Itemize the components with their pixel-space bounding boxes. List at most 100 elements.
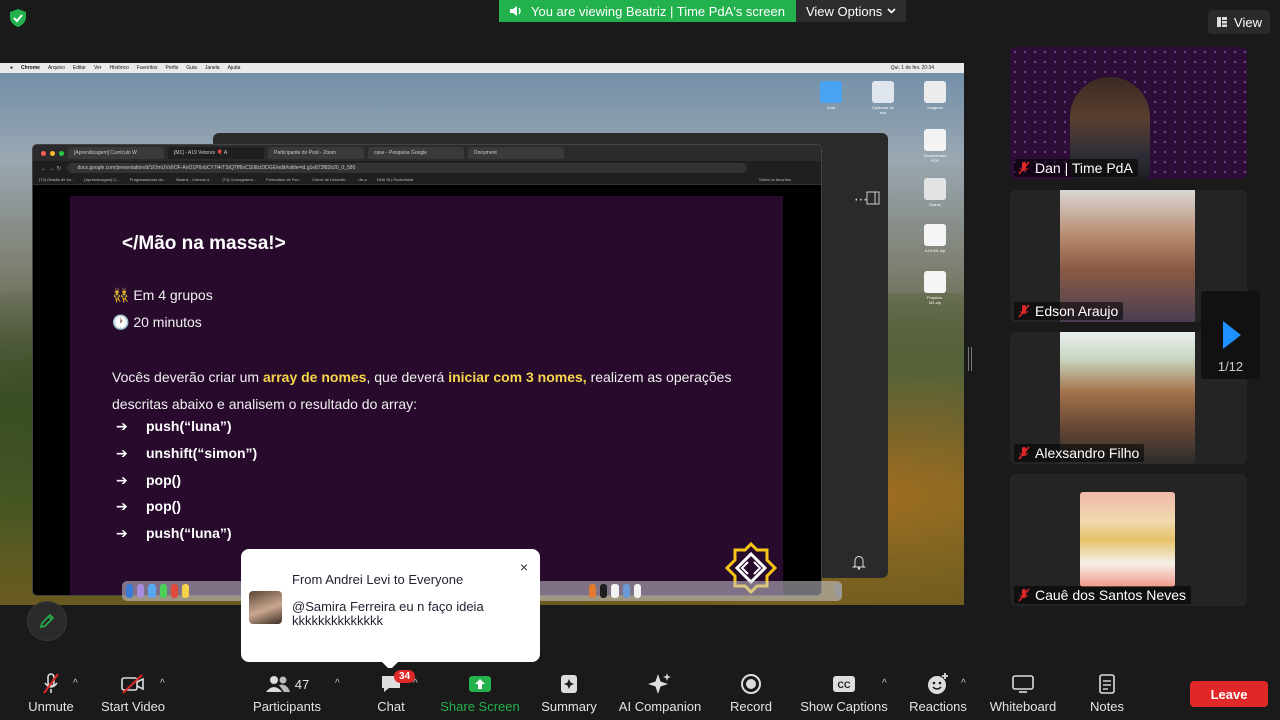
folder-icon — [872, 81, 894, 103]
instr-text: Vocês deverão criar um — [112, 369, 263, 385]
zip-icon — [924, 271, 946, 293]
more-icon: ⋯ — [854, 191, 868, 207]
record-button[interactable]: Record — [726, 668, 776, 720]
reactions-label: Reactions — [909, 699, 967, 714]
start-video-label: Start Video — [100, 699, 166, 714]
operation-item: ➔ pop() — [116, 498, 181, 514]
instr-highlight: array de nomes — [262, 369, 367, 385]
notes-app-icon — [181, 584, 190, 598]
close-window-icon[interactable] — [41, 150, 46, 156]
close-icon[interactable]: × — [520, 559, 528, 575]
participant-tile[interactable]: Dan | Time PdA — [1010, 47, 1247, 179]
bookmark[interactable]: rfe-a — [359, 177, 367, 182]
chevron-up-icon[interactable]: ^ — [73, 678, 78, 689]
browser-tab[interactable]: case - Pesquisa Google — [368, 147, 464, 159]
apple-icon: ● — [10, 65, 14, 71]
chevron-down-icon — [887, 8, 896, 14]
view-label: View — [1234, 14, 1262, 30]
chat-unread-badge: 34 — [394, 670, 416, 683]
participant-tile[interactable]: Cauê dos Santos Neves — [1010, 474, 1247, 606]
menu-item: Guia — [186, 65, 197, 71]
chat-sender: From Andrei Levi to Everyone — [292, 572, 464, 587]
security-shield-icon[interactable] — [8, 8, 28, 28]
share-screen-button[interactable]: Share Screen — [436, 668, 524, 720]
browser-tab[interactable]: Participante do Post - Zoom — [268, 147, 364, 159]
operation-item: ➔ unshift(“simon”) — [116, 445, 258, 461]
notes-button[interactable]: Notes — [1086, 668, 1128, 720]
pencil-icon — [39, 613, 55, 629]
url-field[interactable]: docs.google.com/presentation/d/1lOmUVx6O… — [67, 163, 748, 173]
start-video-button[interactable]: Start Video — [96, 668, 170, 720]
bookmark[interactable]: Check de LinkedIn... — [312, 177, 348, 182]
bookmark[interactable]: Beatriz - Canvas d... — [176, 177, 212, 182]
participants-label: Participants — [253, 699, 321, 714]
bookmark[interactable]: Programadores do... — [130, 177, 166, 182]
chat-notification[interactable]: From Andrei Levi to Everyone @Samira Fer… — [241, 549, 540, 670]
gallery-next-page-button[interactable]: 1/12 — [1201, 291, 1260, 379]
bookmarks-bar: [T4] Gestão de tur... [Aprendizagem] C..… — [33, 175, 821, 185]
participant-name: Edson Araujo — [1035, 303, 1119, 319]
speaker-icon — [510, 6, 521, 16]
participant-label: Cauê dos Santos Neves — [1014, 586, 1191, 604]
menu-item: Perfis — [165, 65, 179, 71]
browser-window[interactable]: [Aprendizagem] Currículo W [M1] - A19 Ve… — [32, 144, 822, 596]
chevron-up-icon[interactable]: ^ — [882, 678, 887, 689]
slide-time-line: 🕐 20 minutos — [112, 314, 202, 330]
share-screen-icon — [469, 676, 491, 692]
nav-arrows-icon[interactable]: ← → ↻ — [41, 165, 61, 172]
file-icon — [924, 129, 946, 151]
annotate-button[interactable] — [27, 601, 67, 641]
bookmark[interactable]: [T4] Gestão de tur... — [39, 177, 74, 182]
browser-tab[interactable]: [M1] - A19 Vetores 🎈 A — [168, 147, 264, 159]
arrow-icon: ➔ — [116, 525, 128, 541]
safari-icon — [148, 584, 156, 598]
unmute-button[interactable]: Unmute — [22, 668, 80, 720]
summary-icon — [561, 675, 577, 693]
menu-item: Ver — [93, 65, 102, 71]
arrow-icon: ➔ — [116, 418, 128, 434]
bookmark[interactable]: Todos os favoritos — [759, 177, 791, 182]
desktop-file: A19-M1.zip — [922, 224, 948, 253]
folder-icon — [924, 178, 946, 200]
show-captions-button[interactable]: CC Show Captions — [798, 668, 890, 720]
view-options-button[interactable]: View Options — [795, 0, 907, 22]
operation-item: ➔ push(“luna”) — [116, 418, 232, 434]
browser-tab[interactable]: Document — [468, 147, 564, 159]
ai-companion-label: AI Companion — [618, 699, 702, 714]
chevron-up-icon[interactable]: ^ — [961, 678, 966, 689]
notes-label: Notes — [1090, 699, 1124, 714]
bookmark[interactable]: [Aprendizagem] C... — [84, 177, 119, 182]
bookmark[interactable]: NLW IA | Rocketseat — [377, 177, 414, 182]
folder-icon — [820, 81, 842, 103]
video-off-icon — [121, 674, 144, 694]
reactions-button[interactable]: Reactions — [906, 668, 970, 720]
screen-share-banner: You are viewing Beatriz | Time PdA's scr… — [499, 0, 907, 22]
view-button[interactable]: View — [1208, 10, 1270, 34]
record-label: Record — [730, 699, 772, 714]
meeting-toolbar: Unmute ^ Start Video ^ 47 Participants ^… — [0, 668, 1280, 720]
app-icon — [622, 584, 630, 598]
chevron-up-icon[interactable]: ^ — [335, 678, 340, 689]
chevron-up-icon[interactable]: ^ — [413, 678, 418, 689]
messages-icon — [159, 584, 167, 598]
arrow-icon: ➔ — [116, 498, 128, 514]
instr-text: , que deverá — [366, 369, 449, 385]
whiteboard-button[interactable]: Whiteboard — [986, 668, 1060, 720]
minimize-window-icon[interactable] — [50, 150, 55, 156]
summary-button[interactable]: Summary — [538, 668, 600, 720]
chevron-up-icon[interactable]: ^ — [160, 678, 165, 689]
ai-companion-button[interactable]: AI Companion — [614, 668, 706, 720]
desktop-folder: Aula — [818, 81, 844, 110]
maximize-window-icon[interactable] — [59, 150, 64, 156]
browser-tab[interactable]: [Aprendizagem] Currículo W — [68, 147, 164, 159]
leave-button[interactable]: Leave — [1190, 681, 1268, 707]
mic-muted-icon — [43, 673, 59, 694]
panel-resize-handle[interactable] — [968, 347, 972, 371]
smiley-plus-icon — [928, 673, 948, 694]
participant-name: Cauê dos Santos Neves — [1035, 587, 1186, 603]
participants-button[interactable]: 47 Participants — [248, 668, 326, 720]
bookmark[interactable]: Formulário de Fee... — [266, 177, 302, 182]
shared-screen[interactable]: ● Chrome Arquivo Editar Ver Histórico Fa… — [0, 63, 964, 605]
slide-title: </Mão na massa!> — [122, 233, 286, 254]
bookmark[interactable]: [T4] Cronograma... — [222, 177, 256, 182]
